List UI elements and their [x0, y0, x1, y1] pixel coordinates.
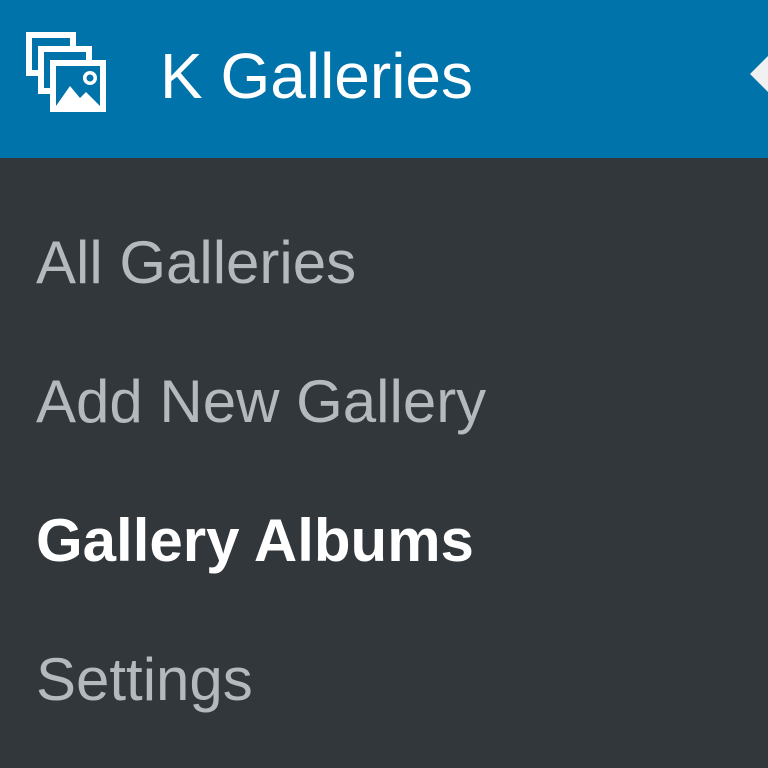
submenu-item-all-galleries[interactable]: All Galleries — [36, 227, 356, 299]
admin-sidebar-menu: K Galleries All Galleries Add New Galler… — [0, 0, 768, 768]
submenu-item-settings[interactable]: Settings — [36, 644, 253, 716]
menu-header-k-galleries[interactable]: K Galleries — [0, 0, 768, 158]
gallery-icon — [20, 26, 112, 118]
submenu: All Galleries Add New Gallery Gallery Al… — [0, 158, 768, 768]
menu-header-title: K Galleries — [160, 40, 473, 112]
current-menu-arrow-icon — [750, 56, 768, 92]
submenu-item-add-new-gallery[interactable]: Add New Gallery — [36, 366, 486, 438]
submenu-item-gallery-albums[interactable]: Gallery Albums — [36, 505, 474, 577]
